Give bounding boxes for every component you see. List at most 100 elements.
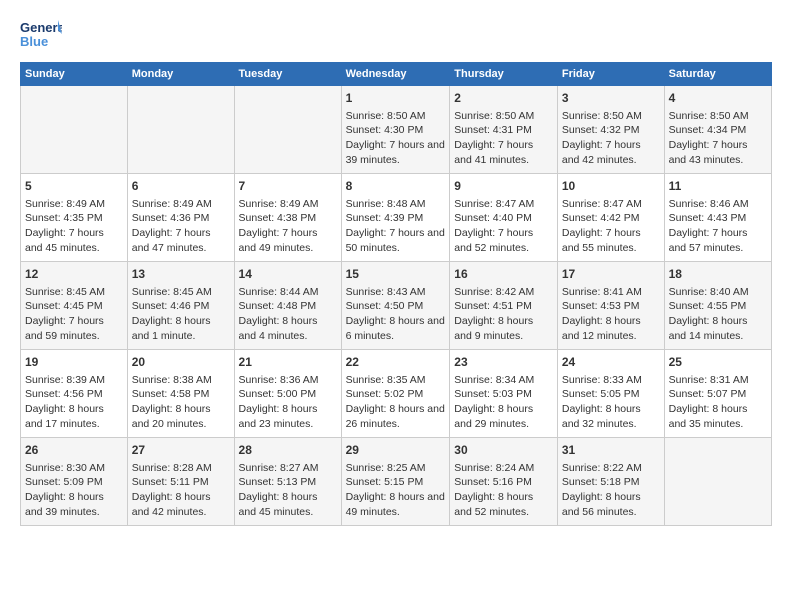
- day-info: Sunrise: 8:43 AM: [346, 285, 446, 300]
- day-number: 2: [454, 90, 553, 107]
- calendar-cell: 9Sunrise: 8:47 AMSunset: 4:40 PMDaylight…: [450, 174, 558, 262]
- day-info: Daylight: 8 hours and 20 minutes.: [132, 402, 230, 431]
- day-info: Sunrise: 8:35 AM: [346, 373, 446, 388]
- day-info: Sunrise: 8:46 AM: [669, 197, 767, 212]
- day-info: Daylight: 7 hours and 52 minutes.: [454, 226, 553, 255]
- calendar-cell: 7Sunrise: 8:49 AMSunset: 4:38 PMDaylight…: [234, 174, 341, 262]
- day-info: Daylight: 7 hours and 49 minutes.: [239, 226, 337, 255]
- day-info: Sunrise: 8:49 AM: [239, 197, 337, 212]
- logo: General Blue: [20, 16, 62, 52]
- calendar-cell: 22Sunrise: 8:35 AMSunset: 5:02 PMDayligh…: [341, 350, 450, 438]
- day-number: 8: [346, 178, 446, 195]
- calendar-cell: 24Sunrise: 8:33 AMSunset: 5:05 PMDayligh…: [557, 350, 664, 438]
- calendar-cell: 12Sunrise: 8:45 AMSunset: 4:45 PMDayligh…: [21, 262, 128, 350]
- calendar-table: SundayMondayTuesdayWednesdayThursdayFrid…: [20, 62, 772, 526]
- day-info: Sunrise: 8:45 AM: [25, 285, 123, 300]
- day-number: 23: [454, 354, 553, 371]
- day-info: Sunset: 4:30 PM: [346, 123, 446, 138]
- day-number: 9: [454, 178, 553, 195]
- day-number: 4: [669, 90, 767, 107]
- day-number: 12: [25, 266, 123, 283]
- day-info: Sunset: 5:13 PM: [239, 475, 337, 490]
- day-number: 26: [25, 442, 123, 459]
- day-info: Daylight: 8 hours and 17 minutes.: [25, 402, 123, 431]
- day-info: Daylight: 7 hours and 41 minutes.: [454, 138, 553, 167]
- day-info: Sunrise: 8:22 AM: [562, 461, 660, 476]
- day-info: Daylight: 8 hours and 4 minutes.: [239, 314, 337, 343]
- day-info: Daylight: 8 hours and 6 minutes.: [346, 314, 446, 343]
- day-info: Sunset: 5:03 PM: [454, 387, 553, 402]
- day-number: 3: [562, 90, 660, 107]
- calendar-cell: 5Sunrise: 8:49 AMSunset: 4:35 PMDaylight…: [21, 174, 128, 262]
- calendar-cell: 6Sunrise: 8:49 AMSunset: 4:36 PMDaylight…: [127, 174, 234, 262]
- day-info: Sunrise: 8:27 AM: [239, 461, 337, 476]
- calendar-cell: 28 Sunrise: 8:27 AMSunset: 5:13 PMDayligh…: [234, 438, 341, 526]
- day-number: 24: [562, 354, 660, 371]
- day-info: Daylight: 7 hours and 43 minutes.: [669, 138, 767, 167]
- day-number: 16: [454, 266, 553, 283]
- calendar-cell: 15Sunrise: 8:43 AMSunset: 4:50 PMDayligh…: [341, 262, 450, 350]
- col-header-thursday: Thursday: [450, 63, 558, 86]
- day-info: Sunrise: 8:44 AM: [239, 285, 337, 300]
- day-info: Daylight: 8 hours and 52 minutes.: [454, 490, 553, 519]
- day-info: Sunset: 4:56 PM: [25, 387, 123, 402]
- day-info: Sunrise: 8:38 AM: [132, 373, 230, 388]
- calendar-cell: [127, 86, 234, 174]
- day-info: Sunrise: 8:36 AM: [239, 373, 337, 388]
- day-number: 29: [346, 442, 446, 459]
- day-info: Sunset: 4:31 PM: [454, 123, 553, 138]
- day-info: Daylight: 8 hours and 9 minutes.: [454, 314, 553, 343]
- calendar-cell: 17Sunrise: 8:41 AMSunset: 4:53 PMDayligh…: [557, 262, 664, 350]
- calendar-cell: 18Sunrise: 8:40 AMSunset: 4:55 PMDayligh…: [664, 262, 771, 350]
- day-info: Daylight: 8 hours and 56 minutes.: [562, 490, 660, 519]
- day-info: Daylight: 8 hours and 29 minutes.: [454, 402, 553, 431]
- day-number: 22: [346, 354, 446, 371]
- day-info: Sunset: 5:18 PM: [562, 475, 660, 490]
- col-header-saturday: Saturday: [664, 63, 771, 86]
- col-header-tuesday: Tuesday: [234, 63, 341, 86]
- day-number: 7: [239, 178, 337, 195]
- day-number: 25: [669, 354, 767, 371]
- day-number: 28: [239, 442, 337, 459]
- day-number: 5: [25, 178, 123, 195]
- day-info: Sunset: 4:46 PM: [132, 299, 230, 314]
- logo-icon: General Blue: [20, 16, 62, 52]
- day-info: Daylight: 7 hours and 55 minutes.: [562, 226, 660, 255]
- day-info: Sunset: 4:55 PM: [669, 299, 767, 314]
- day-info: Sunrise: 8:39 AM: [25, 373, 123, 388]
- calendar-cell: 27Sunrise: 8:28 AMSunset: 5:11 PMDayligh…: [127, 438, 234, 526]
- day-info: Daylight: 7 hours and 45 minutes.: [25, 226, 123, 255]
- col-header-wednesday: Wednesday: [341, 63, 450, 86]
- day-info: Sunrise: 8:42 AM: [454, 285, 553, 300]
- day-info: Daylight: 8 hours and 39 minutes.: [25, 490, 123, 519]
- day-info: Sunrise: 8:41 AM: [562, 285, 660, 300]
- day-number: 27: [132, 442, 230, 459]
- day-info: Sunset: 4:32 PM: [562, 123, 660, 138]
- day-number: 11: [669, 178, 767, 195]
- calendar-cell: [664, 438, 771, 526]
- day-info: Sunset: 4:42 PM: [562, 211, 660, 226]
- day-number: 19: [25, 354, 123, 371]
- day-info: Daylight: 8 hours and 35 minutes.: [669, 402, 767, 431]
- day-info: Sunrise: 8:30 AM: [25, 461, 123, 476]
- day-info: Sunset: 4:40 PM: [454, 211, 553, 226]
- day-info: Daylight: 8 hours and 26 minutes.: [346, 402, 446, 431]
- calendar-cell: 23Sunrise: 8:34 AMSunset: 5:03 PMDayligh…: [450, 350, 558, 438]
- day-info: Daylight: 8 hours and 49 minutes.: [346, 490, 446, 519]
- calendar-cell: 25Sunrise: 8:31 AMSunset: 5:07 PMDayligh…: [664, 350, 771, 438]
- calendar-cell: [21, 86, 128, 174]
- day-info: Sunrise: 8:50 AM: [669, 109, 767, 124]
- day-info: Sunrise: 8:50 AM: [562, 109, 660, 124]
- day-info: Daylight: 8 hours and 14 minutes.: [669, 314, 767, 343]
- day-info: Daylight: 8 hours and 45 minutes.: [239, 490, 337, 519]
- day-number: 13: [132, 266, 230, 283]
- calendar-cell: 2Sunrise: 8:50 AMSunset: 4:31 PMDaylight…: [450, 86, 558, 174]
- day-info: Sunset: 4:50 PM: [346, 299, 446, 314]
- calendar-cell: 4Sunrise: 8:50 AMSunset: 4:34 PMDaylight…: [664, 86, 771, 174]
- col-header-sunday: Sunday: [21, 63, 128, 86]
- day-info: Daylight: 7 hours and 57 minutes.: [669, 226, 767, 255]
- day-info: Sunset: 5:07 PM: [669, 387, 767, 402]
- day-info: Sunset: 5:09 PM: [25, 475, 123, 490]
- calendar-cell: 19 Sunrise: 8:39 AMSunset: 4:56 PMDayligh…: [21, 350, 128, 438]
- col-header-friday: Friday: [557, 63, 664, 86]
